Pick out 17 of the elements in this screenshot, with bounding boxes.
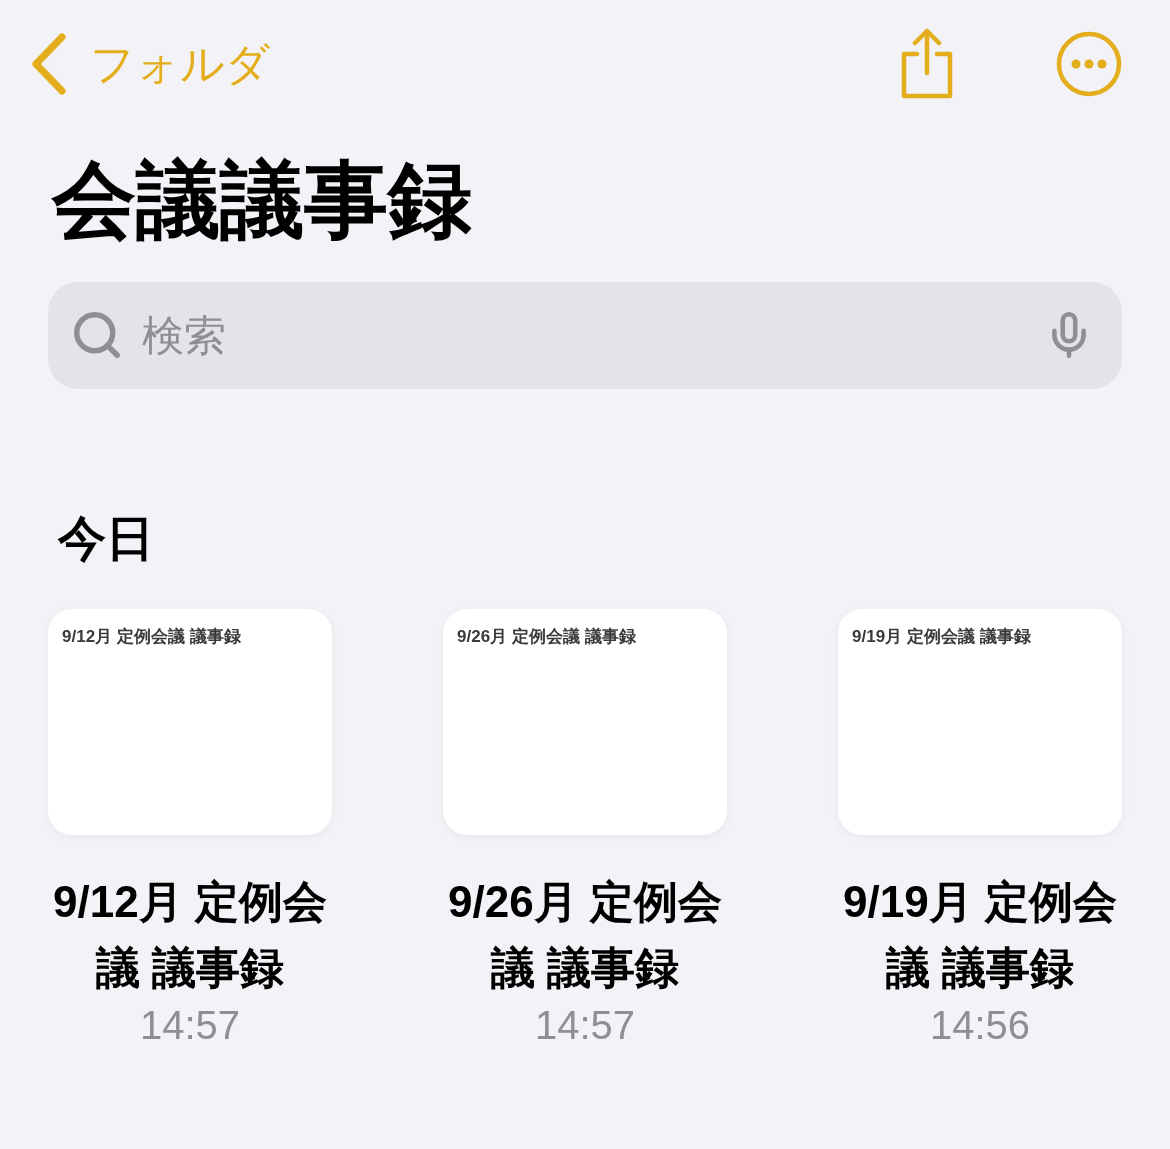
- note-title: 9/12月 定例会議 議事録: [52, 876, 328, 995]
- note-preview: 9/12月 定例会議 議事録: [62, 626, 242, 649]
- page-title: 会議議事録: [52, 154, 473, 247]
- search-field[interactable]: 検索: [48, 282, 1122, 390]
- note-time: 14:56: [929, 1002, 1031, 1050]
- more-button[interactable]: [1056, 31, 1122, 97]
- note-card[interactable]: 9/26月 定例会議 議事録: [443, 609, 727, 836]
- note-title: 9/26月 定例会議 議事録: [447, 876, 723, 995]
- note-preview: 9/26月 定例会議 議事録: [457, 626, 637, 649]
- note-card[interactable]: 9/12月 定例会議 議事録: [48, 609, 332, 836]
- more-icon: [1056, 31, 1122, 97]
- note-time: 14:57: [534, 1002, 636, 1050]
- note-time: 14:57: [139, 1002, 241, 1050]
- section-title: 今日: [58, 511, 155, 568]
- note-card[interactable]: 9/19月 定例会議 議事録: [838, 609, 1122, 836]
- note-preview: 9/19月 定例会議 議事録: [852, 626, 1032, 649]
- note-title: 9/19月 定例会議 議事録: [842, 876, 1118, 995]
